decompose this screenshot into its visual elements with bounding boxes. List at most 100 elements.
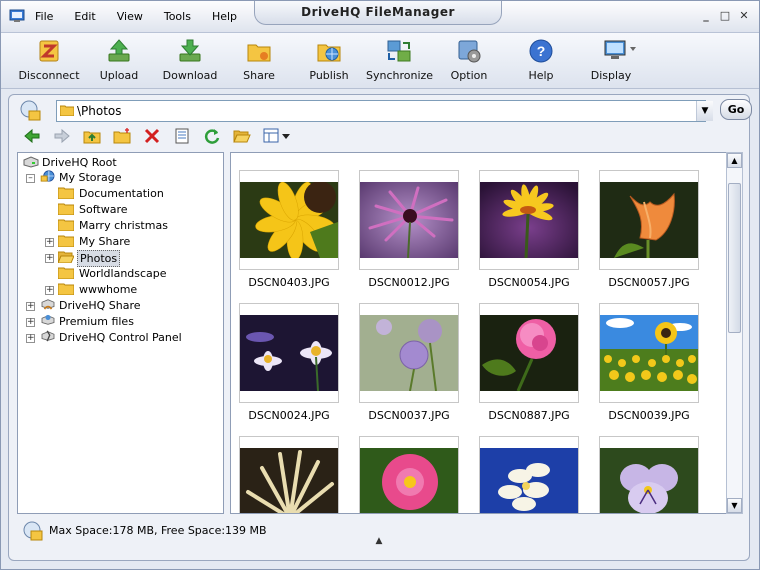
expand-icon[interactable]: + xyxy=(45,286,54,295)
photo-pink-gerbera xyxy=(360,448,458,513)
thumbnail-item[interactable] xyxy=(599,170,699,270)
file-name[interactable]: DSCN0039.JPG xyxy=(589,409,709,422)
folder-icon xyxy=(58,219,74,231)
open-folder-icon xyxy=(58,251,74,263)
up-folder-icon[interactable] xyxy=(83,127,101,145)
tree-label: Documentation xyxy=(79,187,164,200)
vertical-scrollbar[interactable]: ▲ ▼ xyxy=(726,152,743,514)
help-label: Help xyxy=(528,69,554,82)
window-title: DriveHQ FileManager xyxy=(254,1,502,25)
scroll-up-icon[interactable]: ▲ xyxy=(727,153,742,168)
maximize-icon[interactable]: □ xyxy=(718,9,732,23)
download-icon xyxy=(179,39,201,62)
menu-edit[interactable]: Edit xyxy=(74,10,95,23)
share-label: Share xyxy=(243,69,275,82)
synchronize-icon xyxy=(387,40,411,62)
tree-label: Premium files xyxy=(59,315,134,328)
photo-tulip xyxy=(600,182,698,258)
chevron-down-icon[interactable]: ▼ xyxy=(696,101,713,121)
shared-drive-icon xyxy=(41,299,55,310)
menu-view[interactable]: View xyxy=(117,10,143,23)
thumbnail-item[interactable] xyxy=(599,436,699,513)
tree-label: Worldlandscape xyxy=(79,267,167,280)
close-icon[interactable]: ✕ xyxy=(737,9,751,23)
main-toolbar: Disconnect Upload Download Share Publish… xyxy=(1,33,759,89)
help-button[interactable]: ? Help xyxy=(525,37,557,82)
photo-white-frangipani xyxy=(480,448,578,513)
app-logo-icon xyxy=(9,9,25,22)
file-name[interactable]: DSCN0887.JPG xyxy=(469,409,589,422)
menu-file[interactable]: File xyxy=(35,10,53,23)
refresh-icon[interactable] xyxy=(203,127,221,145)
photo-pink-peony xyxy=(480,315,578,391)
expand-icon[interactable]: + xyxy=(45,254,54,263)
address-input[interactable]: \Photos xyxy=(56,100,706,122)
photo-purple-daisy xyxy=(360,182,458,258)
display-button[interactable]: Display xyxy=(587,37,636,82)
download-button[interactable]: Download xyxy=(160,37,220,82)
minimize-icon[interactable]: _ xyxy=(699,9,713,23)
display-label: Display xyxy=(590,69,632,82)
photo-sunflower xyxy=(240,182,338,258)
expand-icon[interactable]: + xyxy=(26,318,35,327)
disconnect-button[interactable]: Disconnect xyxy=(17,37,81,82)
thumbnail-item[interactable] xyxy=(239,303,339,403)
thumbnail-item[interactable] xyxy=(359,170,459,270)
globe-storage-icon xyxy=(40,170,55,182)
view-mode-icon[interactable] xyxy=(263,127,293,145)
back-icon[interactable] xyxy=(23,127,41,145)
disconnect-label: Disconnect xyxy=(18,69,80,82)
file-name[interactable]: DSCN0403.JPG xyxy=(231,276,349,289)
file-name[interactable]: DSCN0057.JPG xyxy=(589,276,709,289)
properties-icon[interactable] xyxy=(173,127,191,145)
tree-label: DriveHQ Control Panel xyxy=(59,331,182,344)
drive-icon xyxy=(23,156,39,168)
thumbnail-item[interactable] xyxy=(359,303,459,403)
thumbnail-item[interactable] xyxy=(479,303,579,403)
file-name[interactable]: DSCN0012.JPG xyxy=(349,276,469,289)
thumbnail-item[interactable] xyxy=(599,303,699,403)
tree-label-my-storage: My Storage xyxy=(59,171,122,184)
synchronize-button[interactable]: Synchronize xyxy=(366,37,433,82)
expand-icon[interactable]: + xyxy=(45,238,54,247)
display-icon xyxy=(604,40,636,59)
photo-cream-flower xyxy=(240,448,338,513)
go-button[interactable]: Go xyxy=(720,99,752,120)
premium-icon xyxy=(41,314,55,325)
new-folder-icon[interactable] xyxy=(113,127,131,145)
publish-button[interactable]: Publish xyxy=(307,37,351,82)
upload-icon xyxy=(108,39,130,62)
option-button[interactable]: Option xyxy=(449,37,489,82)
expand-icon[interactable]: + xyxy=(26,334,35,343)
option-label: Option xyxy=(450,69,488,82)
panel-toggle-icon[interactable]: ▲ xyxy=(8,536,750,550)
scroll-thumb[interactable] xyxy=(728,183,741,333)
upload-button[interactable]: Upload xyxy=(95,37,143,82)
share-button[interactable]: Share xyxy=(239,37,279,82)
thumbnail-item[interactable] xyxy=(239,170,339,270)
app-window: File Edit View Tools Help DriveHQ FileMa… xyxy=(0,0,760,570)
thumbnail-item[interactable] xyxy=(479,170,579,270)
window-controls: _ □ ✕ xyxy=(699,9,751,23)
open-folder-icon[interactable] xyxy=(233,127,251,145)
collapse-icon[interactable]: – xyxy=(26,174,35,183)
tree-label: DriveHQ Share xyxy=(59,299,141,312)
thumbnail-item[interactable] xyxy=(479,436,579,513)
file-name[interactable]: DSCN0024.JPG xyxy=(231,409,349,422)
file-name[interactable]: DSCN0037.JPG xyxy=(349,409,469,422)
thumbnail-item[interactable] xyxy=(359,436,459,513)
menu-tools[interactable]: Tools xyxy=(164,10,191,23)
folder-icon xyxy=(58,267,74,279)
file-name[interactable]: DSCN0054.JPG xyxy=(469,276,589,289)
delete-icon[interactable] xyxy=(143,127,161,145)
menu-bar: File Edit View Tools Help xyxy=(35,10,258,23)
photo-pansy xyxy=(600,448,698,513)
menu-help[interactable]: Help xyxy=(212,10,237,23)
forward-icon[interactable] xyxy=(53,127,71,145)
tree-label-root: DriveHQ Root xyxy=(42,156,117,169)
scroll-down-icon[interactable]: ▼ xyxy=(727,498,742,513)
download-label: Download xyxy=(162,69,218,82)
expand-icon[interactable]: + xyxy=(26,302,35,311)
control-panel-icon xyxy=(41,330,55,342)
thumbnail-item[interactable] xyxy=(239,436,339,513)
